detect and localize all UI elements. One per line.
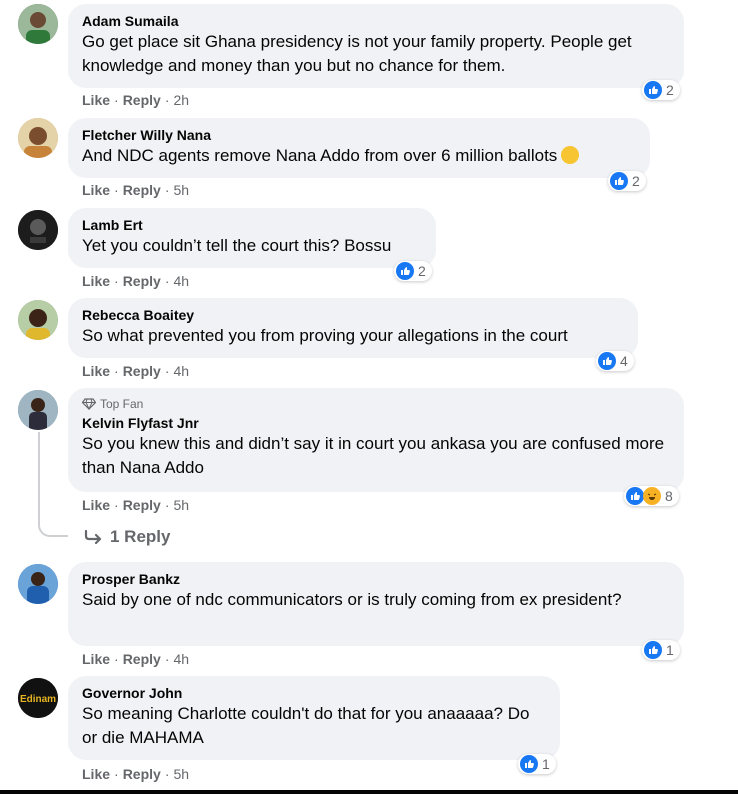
profile-photo	[18, 390, 58, 430]
view-replies-link[interactable]: 1 Reply	[84, 527, 170, 547]
comment-actions: Like · Reply · 2h	[82, 92, 190, 108]
like-button[interactable]: Like	[82, 182, 110, 198]
timestamp[interactable]: 4h	[173, 651, 189, 667]
like-reaction-icon	[396, 262, 414, 280]
window-edge	[0, 790, 738, 794]
comment-bubble: Rebecca Boaitey So what prevented you fr…	[68, 298, 638, 358]
avatar[interactable]	[18, 390, 58, 430]
like-button[interactable]: Like	[82, 651, 110, 667]
comment-author[interactable]: Prosper Bankz	[82, 570, 670, 588]
reaction-count: 2	[418, 263, 426, 279]
reaction-summary[interactable]: 2	[394, 261, 432, 281]
badge-label: Top Fan	[100, 397, 144, 411]
timestamp[interactable]: 5h	[173, 766, 189, 782]
timestamp[interactable]: 2h	[173, 92, 189, 108]
comment-text: So meaning Charlotte couldn't do that fo…	[82, 704, 530, 747]
comment-bubble: Lamb Ert Yet you couldn’t tell the court…	[68, 208, 436, 268]
top-fan-badge[interactable]: Top Fan	[82, 397, 670, 411]
like-reaction-icon	[626, 487, 644, 505]
comment-bubble: Prosper Bankz Said by one of ndc communi…	[68, 562, 684, 646]
like-reaction-icon	[644, 641, 662, 659]
like-reaction-icon	[598, 352, 616, 370]
comment-bubble: Top Fan Kelvin Flyfast Jnr So you knew t…	[68, 388, 684, 492]
reply-button[interactable]: Reply	[123, 92, 161, 108]
like-button[interactable]: Like	[82, 363, 110, 379]
diamond-icon	[82, 398, 96, 410]
comment-bubble: Governor John So meaning Charlotte could…	[68, 676, 560, 760]
reaction-count: 8	[665, 488, 673, 504]
reply-button[interactable]: Reply	[123, 182, 161, 198]
profile-photo	[18, 4, 58, 44]
timestamp[interactable]: 5h	[173, 497, 189, 513]
comment-text: Said by one of ndc communicators or is t…	[82, 590, 622, 609]
comment-text: So what prevented you from proving your …	[82, 326, 568, 345]
haha-reaction-icon	[643, 487, 661, 505]
comment-bubble: Adam Sumaila Go get place sit Ghana pres…	[68, 4, 684, 88]
comment-actions: Like · Reply · 5h	[82, 497, 190, 513]
profile-photo	[18, 210, 58, 250]
comment-actions: Like · Reply · 5h	[82, 182, 190, 198]
comment-author[interactable]: Adam Sumaila	[82, 12, 670, 30]
avatar[interactable]	[18, 4, 58, 44]
reaction-summary[interactable]: 1	[642, 640, 680, 660]
thinking-face-icon	[561, 146, 580, 164]
comment-actions: Like · Reply · 4h	[82, 363, 190, 379]
reply-arrow-icon	[84, 530, 102, 544]
reaction-count: 4	[620, 353, 628, 369]
comment-actions: Like · Reply · 4h	[82, 273, 190, 289]
profile-photo	[18, 118, 58, 158]
comment-author[interactable]: Lamb Ert	[82, 216, 422, 234]
reply-button[interactable]: Reply	[123, 766, 161, 782]
reaction-summary[interactable]: 4	[596, 351, 634, 371]
replies-count-label: 1 Reply	[110, 527, 171, 546]
like-button[interactable]: Like	[82, 766, 110, 782]
comment-text: And NDC agents remove Nana Addo from ove…	[82, 146, 558, 165]
reaction-summary[interactable]: 2	[608, 171, 646, 191]
thread-connector	[38, 432, 68, 537]
profile-photo: Edinam	[18, 678, 58, 718]
like-button[interactable]: Like	[82, 273, 110, 289]
like-reaction-icon	[610, 172, 628, 190]
reaction-count: 1	[666, 642, 674, 658]
comment-author[interactable]: Fletcher Willy Nana	[82, 126, 636, 144]
like-reaction-icon	[644, 81, 662, 99]
reply-button[interactable]: Reply	[123, 273, 161, 289]
reaction-summary[interactable]: 2	[642, 80, 680, 100]
svg-text:Edinam: Edinam	[20, 694, 56, 705]
reaction-summary[interactable]: 1	[518, 754, 556, 774]
reaction-count: 2	[632, 173, 640, 189]
comment-actions: Like · Reply · 4h	[82, 651, 190, 667]
timestamp[interactable]: 5h	[173, 182, 189, 198]
comment-bubble: Fletcher Willy Nana And NDC agents remov…	[68, 118, 650, 178]
like-button[interactable]: Like	[82, 497, 110, 513]
comment-author[interactable]: Kelvin Flyfast Jnr	[82, 414, 670, 432]
avatar[interactable]	[18, 564, 58, 604]
reaction-summary[interactable]: 8	[624, 486, 679, 506]
reaction-count: 1	[542, 756, 550, 772]
profile-photo	[18, 564, 58, 604]
reply-button[interactable]: Reply	[123, 497, 161, 513]
comment-author[interactable]: Governor John	[82, 684, 546, 702]
comment-text: Yet you couldn’t tell the court this? Bo…	[82, 236, 392, 255]
avatar[interactable]: Edinam	[18, 678, 58, 718]
like-reaction-icon	[520, 755, 538, 773]
timestamp[interactable]: 4h	[173, 363, 189, 379]
comment-text: Go get place sit Ghana presidency is not…	[82, 32, 632, 75]
avatar[interactable]	[18, 210, 58, 250]
avatar[interactable]	[18, 300, 58, 340]
comment-text: So you knew this and didn’t say it in co…	[82, 434, 665, 477]
comment-author[interactable]: Rebecca Boaitey	[82, 306, 624, 324]
comment-actions: Like · Reply · 5h	[82, 766, 190, 782]
like-button[interactable]: Like	[82, 92, 110, 108]
reaction-count: 2	[666, 82, 674, 98]
avatar[interactable]	[18, 118, 58, 158]
reply-button[interactable]: Reply	[123, 651, 161, 667]
timestamp[interactable]: 4h	[173, 273, 189, 289]
reply-button[interactable]: Reply	[123, 363, 161, 379]
profile-photo	[18, 300, 58, 340]
